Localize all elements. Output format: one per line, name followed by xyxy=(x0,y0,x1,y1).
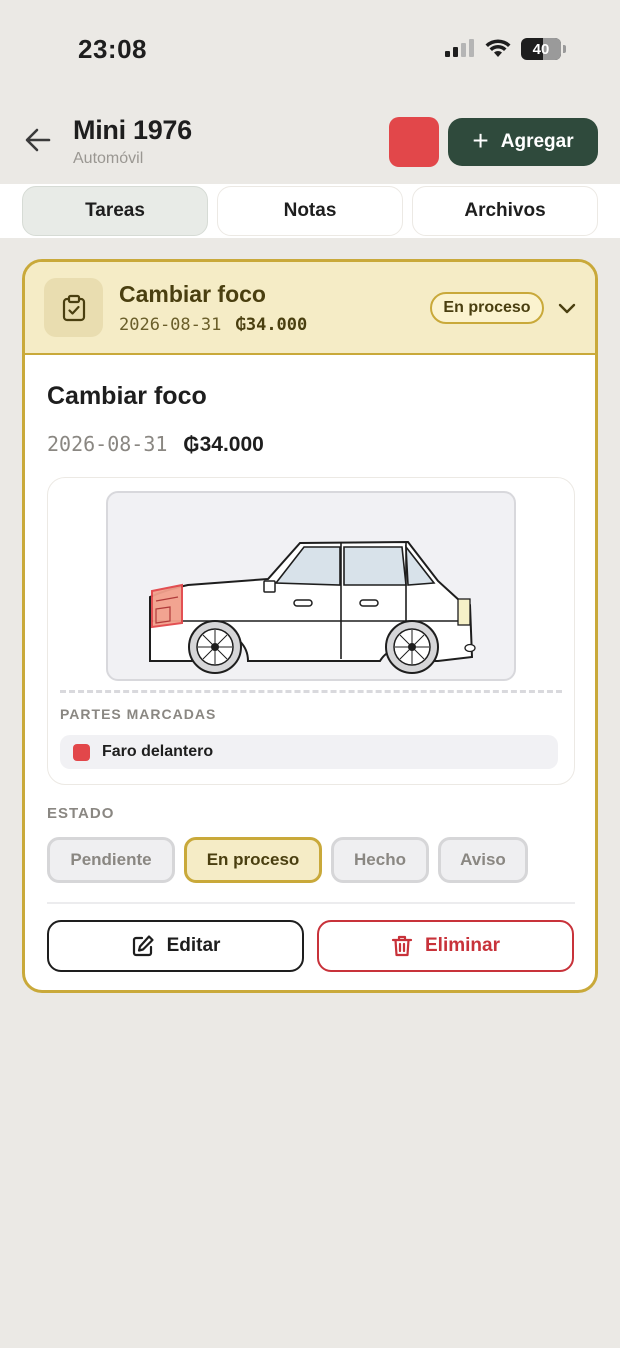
part-color-swatch xyxy=(73,743,90,761)
tab-tareas[interactable]: Tareas xyxy=(22,186,208,236)
detail-price: ₲34.000 xyxy=(183,433,264,456)
task-date: 2026-08-31 xyxy=(119,315,222,335)
state-pendiente-button[interactable]: Pendiente xyxy=(47,837,175,883)
page-subtitle: Automóvil xyxy=(73,150,144,167)
add-button-label: Agregar xyxy=(500,131,574,152)
battery-icon: 40 xyxy=(521,38,561,60)
parts-section-label: PARTES MARCADAS xyxy=(60,706,217,722)
arrow-left-icon xyxy=(25,128,51,152)
car-side-icon xyxy=(149,540,476,674)
page-title: Mini 1976 xyxy=(73,115,192,145)
trash-icon xyxy=(391,935,413,957)
task-card-header[interactable]: Cambiar foco 2026-08-31 ₲34.000 En proce… xyxy=(25,262,595,355)
car-diagram-panel: PARTES MARCADAS Faro delantero xyxy=(47,477,575,785)
battery-tip xyxy=(563,45,566,53)
delete-button-label: Eliminar xyxy=(425,935,500,956)
state-hecho-button[interactable]: Hecho xyxy=(331,837,429,883)
state-aviso-button[interactable]: Aviso xyxy=(438,837,528,883)
tabs-bar: Tareas Notas Archivos xyxy=(0,184,620,238)
edit-button[interactable]: Editar xyxy=(47,920,304,972)
signal-icon xyxy=(445,39,474,57)
detail-title: Cambiar foco xyxy=(47,382,207,410)
delete-button[interactable]: Eliminar xyxy=(317,920,574,972)
header: Mini 1976 Automóvil + Agregar xyxy=(0,110,620,180)
status-icons: 40 xyxy=(445,38,566,60)
part-label: Faro delantero xyxy=(102,743,214,760)
color-swatch-button[interactable] xyxy=(389,117,439,167)
task-title: Cambiar foco xyxy=(119,281,266,307)
clipboard-check-icon xyxy=(44,278,103,337)
status-bar: 23:08 40 xyxy=(0,0,620,100)
detail-date: 2026-08-31 xyxy=(47,432,168,456)
chevron-down-icon[interactable] xyxy=(554,296,580,322)
status-time: 23:08 xyxy=(78,34,147,64)
list-item[interactable]: Faro delantero xyxy=(60,735,558,769)
task-card: Cambiar foco 2026-08-31 ₲34.000 En proce… xyxy=(22,259,598,993)
tab-archivos[interactable]: Archivos xyxy=(412,186,598,236)
edit-button-label: Editar xyxy=(166,935,221,956)
divider xyxy=(47,902,575,904)
plus-icon: + xyxy=(472,124,489,156)
task-meta: 2026-08-31 ₲34.000 xyxy=(119,315,307,335)
wifi-icon xyxy=(485,39,511,57)
add-button[interactable]: + Agregar xyxy=(448,118,598,166)
state-en-proceso-button[interactable]: En proceso xyxy=(184,837,322,883)
estado-label: ESTADO xyxy=(47,805,115,822)
back-button[interactable] xyxy=(22,124,54,156)
tab-notas[interactable]: Notas xyxy=(217,186,403,236)
status-badge: En proceso xyxy=(430,292,544,324)
detail-meta: 2026-08-31 ₲34.000 xyxy=(47,432,264,457)
task-price: ₲34.000 xyxy=(235,315,308,335)
edit-icon xyxy=(132,935,154,957)
car-diagram[interactable] xyxy=(106,491,516,681)
dashed-divider xyxy=(60,690,562,693)
battery-level: 40 xyxy=(532,40,550,58)
